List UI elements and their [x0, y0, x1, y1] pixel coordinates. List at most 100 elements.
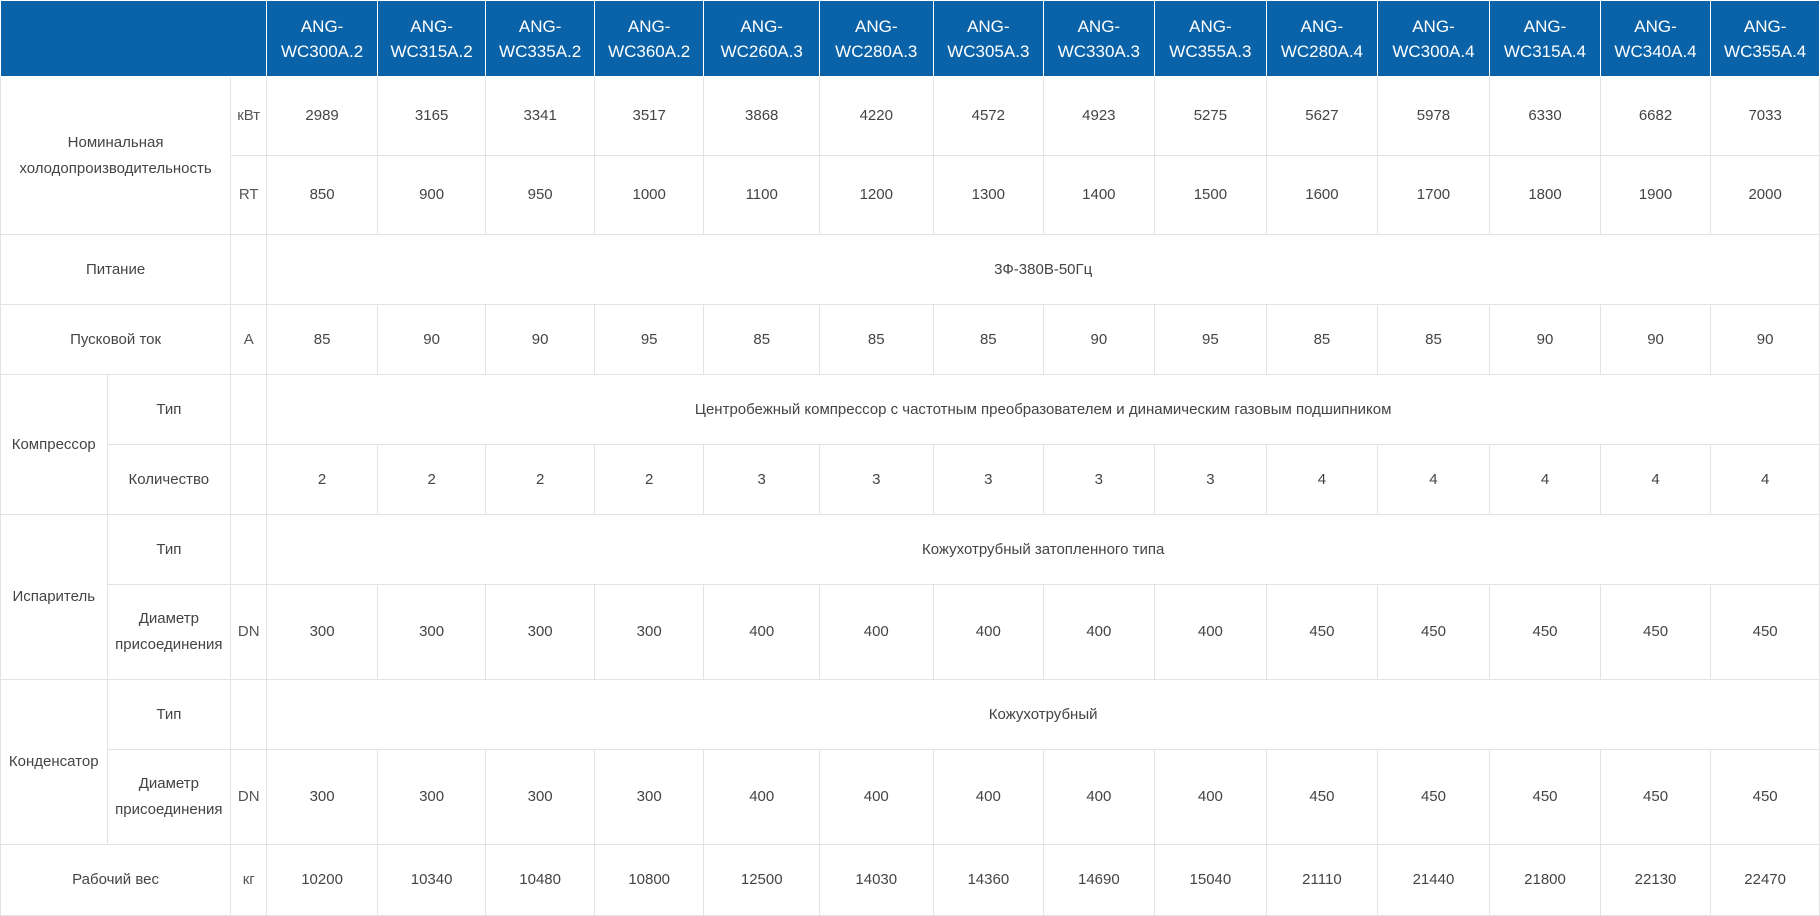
value-cell: 1500	[1153, 155, 1268, 235]
model-prefix: ANG-	[1634, 16, 1677, 36]
value-cell: 2	[376, 444, 487, 515]
value-cell: 85	[819, 304, 934, 375]
condenser-diameter-label: Диаметр присоединения	[106, 749, 232, 845]
value-cell: 22470	[1710, 844, 1820, 916]
value-cell: 3517	[593, 76, 705, 156]
capacity-rt-row: RT 850 900 950 1000 1100 1200 1300 1400 …	[1, 155, 1820, 235]
compressor-qty-label: Количество	[106, 444, 232, 515]
capacity-label: Номинальная холодопроизводительность	[0, 76, 232, 235]
start-current-label: Пусковой ток	[0, 304, 232, 375]
value-cell: 300	[485, 749, 595, 845]
model-header: ANG- WC340A.4	[1599, 0, 1712, 77]
model-header: ANG- WC355A.3	[1153, 0, 1268, 77]
value-cell: 3	[819, 444, 934, 515]
model-code: WC330A.3	[1057, 41, 1140, 61]
start-current-row: Пусковой ток A 85 90 90 95 85 85 85 90 9…	[0, 304, 1820, 375]
model-prefix: ANG-	[1412, 16, 1455, 36]
value-cell: 2000	[1710, 155, 1820, 235]
value-cell: 3	[1153, 444, 1268, 515]
value-cell: 450	[1599, 749, 1712, 845]
unit-cell	[230, 514, 268, 585]
value-cell: 1200	[819, 155, 934, 235]
value-cell: 2	[266, 444, 378, 515]
specifications-table: ANG- WC300A.2 ANG- WC315A.2 ANG- WC335A.2 A…	[0, 0, 1820, 916]
condenser-type-value: Кожухотрубный	[266, 679, 1820, 750]
compressor-type-value: Центробежный компрессор с частотным прео…	[266, 374, 1820, 445]
model-prefix: ANG-	[1077, 16, 1121, 36]
value-cell: 450	[1599, 584, 1712, 680]
model-prefix: ANG-	[967, 16, 1010, 36]
condenser-diameter-row: Диаметр присоединения DN 300 300 300 300 …	[1, 749, 1820, 845]
unit-cell	[230, 234, 268, 305]
value-cell: 1000	[593, 155, 705, 235]
capacity-kw-row: Номинальная холодопроизводительность кВт …	[0, 76, 1820, 235]
model-code: WC340A.4	[1614, 41, 1697, 61]
value-cell: 300	[593, 749, 705, 845]
model-header: ANG- WC280A.4	[1266, 0, 1378, 77]
model-code: WC315A.2	[390, 41, 473, 61]
condenser-type-row: Конденсатор Тип Кожухотрубный	[0, 679, 1820, 845]
value-cell: 5627	[1266, 76, 1378, 156]
value-cell: 450	[1489, 584, 1601, 680]
unit-cell: RT	[230, 155, 268, 235]
value-cell: 95	[1153, 304, 1268, 375]
value-cell: 4572	[932, 76, 1045, 156]
value-cell: 4	[1489, 444, 1601, 515]
unit-cell: A	[230, 304, 268, 375]
value-cell: 400	[703, 584, 820, 680]
model-prefix: ANG-	[627, 16, 671, 36]
value-cell: 90	[1043, 304, 1155, 375]
value-cell: 12500	[703, 844, 820, 916]
unit-cell	[230, 679, 268, 750]
model-header: ANG- WC315A.2	[376, 0, 487, 77]
model-code: WC305A.3	[947, 41, 1030, 61]
model-prefix: ANG-	[410, 16, 453, 36]
value-cell: 400	[1043, 749, 1155, 845]
value-cell: 300	[376, 749, 487, 845]
model-prefix: ANG-	[1523, 16, 1567, 36]
value-cell: 950	[485, 155, 595, 235]
value-cell: 5275	[1153, 76, 1268, 156]
value-cell: 3165	[376, 76, 487, 156]
evaporator-type-value: Кожухотрубный затопленного типа	[266, 514, 1820, 585]
value-cell: 300	[485, 584, 595, 680]
value-cell: 14360	[932, 844, 1045, 916]
value-cell: 21110	[1266, 844, 1378, 916]
power-value: 3Ф-380В-50Гц	[266, 234, 1820, 305]
value-cell: 85	[1266, 304, 1378, 375]
value-cell: 3341	[485, 76, 595, 156]
capacity-label-line: холодопроизводительность	[19, 159, 212, 177]
value-cell: 3868	[703, 76, 820, 156]
value-cell: 450	[1266, 584, 1378, 680]
value-cell: 450	[1266, 749, 1378, 845]
diameter-label-line: Диаметр	[138, 775, 199, 792]
evaporator-label: Испаритель	[0, 514, 108, 680]
capacity-label-line: Номинальная	[67, 133, 164, 151]
header-corner	[0, 0, 268, 77]
value-cell: 4	[1599, 444, 1712, 515]
power-row: Питание 3Ф-380В-50Гц	[0, 234, 1820, 305]
value-cell: 400	[932, 749, 1045, 845]
value-cell: 10340	[376, 844, 487, 916]
power-label: Питание	[0, 234, 232, 305]
evaporator-diameter-label: Диаметр присоединения	[106, 584, 232, 680]
value-cell: 4923	[1043, 76, 1155, 156]
value-cell: 90	[1489, 304, 1601, 375]
value-cell: 10480	[485, 844, 595, 916]
value-cell: 450	[1376, 584, 1491, 680]
diameter-label-line: присоединения	[115, 636, 223, 653]
condenser-type-label: Тип	[106, 679, 232, 750]
compressor-label: Компрессор	[0, 374, 108, 515]
value-cell: 6682	[1599, 76, 1712, 156]
model-prefix: ANG-	[1300, 16, 1344, 36]
value-cell: 2	[485, 444, 595, 515]
model-code: WC260A.3	[720, 41, 803, 61]
value-cell: 4	[1376, 444, 1491, 515]
compressor-type-row: Компрессор Тип Центробежный компрессор с…	[0, 374, 1820, 515]
model-header: ANG- WC355A.4	[1710, 0, 1820, 77]
model-code: WC355A.3	[1169, 41, 1252, 61]
value-cell: 1100	[703, 155, 820, 235]
model-header: ANG- WC280A.3	[819, 0, 934, 77]
value-cell: 3	[932, 444, 1045, 515]
model-prefix: ANG-	[1743, 16, 1787, 36]
